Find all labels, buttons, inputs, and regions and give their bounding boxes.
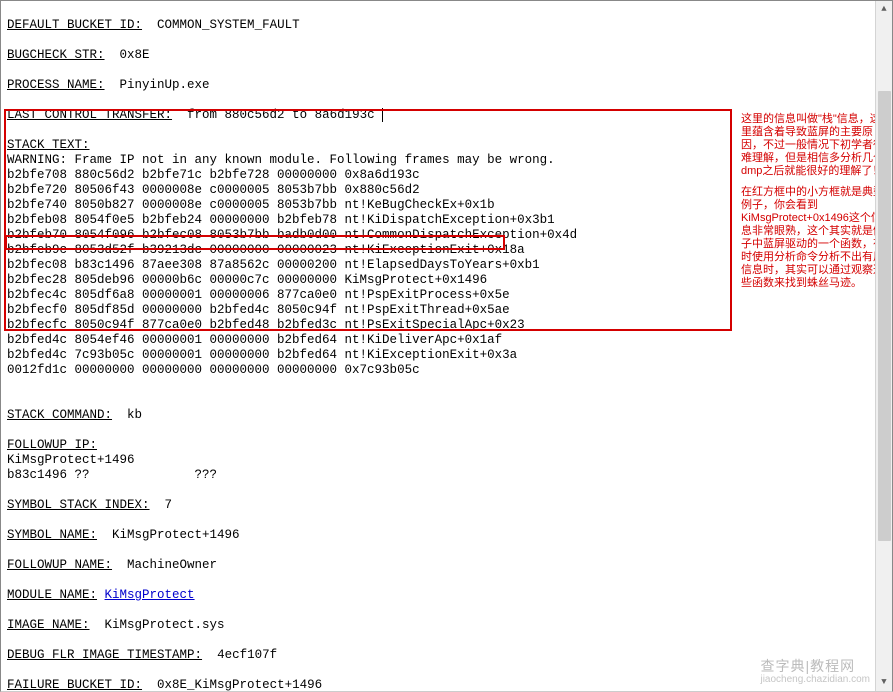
scroll-down-arrow-icon[interactable]: ▼ <box>876 674 892 691</box>
followup-ip-symbol: KiMsgProtect+1496 <box>7 453 135 467</box>
text-cursor <box>375 108 384 122</box>
val-debug-timestamp: 4ecf107f <box>217 648 277 662</box>
stack-line: b2bfe708 880c56d2 b2bfe71c b2bfe728 0000… <box>7 168 420 182</box>
field-module-name: MODULE_NAME: <box>7 588 97 602</box>
field-image-name: IMAGE_NAME: <box>7 618 90 632</box>
val-process-name: PinyinUp.exe <box>120 78 210 92</box>
stack-line: b2bfeb08 8054f0e5 b2bfeb24 00000000 b2bf… <box>7 213 555 227</box>
val-stack-command: kb <box>127 408 142 422</box>
module-name-link[interactable]: KiMsgProtect <box>105 588 195 602</box>
field-failure-bucket-id: FAILURE_BUCKET_ID: <box>7 678 142 692</box>
stack-line: b2bfecfc 8050c94f 877ca0e0 b2bfed48 b2bf… <box>7 318 525 332</box>
field-process-name: PROCESS_NAME: <box>7 78 105 92</box>
stack-line: b2bfed4c 7c93b05c 00000001 00000000 b2bf… <box>7 348 517 362</box>
val-default-bucket-id: COMMON_SYSTEM_FAULT <box>157 18 300 32</box>
stack-line: b2bfeb9c 8053d52f b39213dc 00000000 0000… <box>7 243 525 257</box>
field-default-bucket-id: DEFAULT_BUCKET_ID: <box>7 18 142 32</box>
val-last-control-transfer: from 880c56d2 to 8a6d193c <box>187 108 375 122</box>
val-failure-bucket-id: 0x8E_KiMsgProtect+1496 <box>157 678 322 692</box>
stack-line: b2bfec4c 805df6a8 00000001 00000006 877c… <box>7 288 510 302</box>
annotation-para-1: 这里的信息叫做"栈"信息，这里蕴含着导致蓝屏的主要原因，不过一般情况下初学者很难… <box>741 113 889 178</box>
field-followup-ip: FOLLOWUP_IP: <box>7 438 97 452</box>
val-followup-name: MachineOwner <box>127 558 217 572</box>
stack-line: b2bfe740 8050b827 0000008e c0000005 8053… <box>7 198 495 212</box>
field-symbol-stack-index: SYMBOL_STACK_INDEX: <box>7 498 150 512</box>
scroll-up-arrow-icon[interactable]: ▲ <box>876 1 892 18</box>
val-symbol-stack-index: 7 <box>165 498 173 512</box>
stack-line: b2bfecf0 805df85d 00000000 b2bfed4c 8050… <box>7 303 510 317</box>
followup-ip-bytes: b83c1496 ?? ??? <box>7 468 217 482</box>
scroll-thumb[interactable] <box>878 91 891 541</box>
vertical-scrollbar[interactable]: ▲ ▼ <box>875 1 892 691</box>
debug-text-content[interactable]: DEFAULT_BUCKET_ID: COMMON_SYSTEM_FAULT B… <box>7 3 872 692</box>
stack-line: 0012fd1c 00000000 00000000 00000000 0000… <box>7 363 420 377</box>
stack-line: b2bfec08 b83c1496 87aee308 87a8562c 0000… <box>7 258 540 272</box>
annotation-text: 这里的信息叫做"栈"信息，这里蕴含着导致蓝屏的主要原因，不过一般情况下初学者很难… <box>741 113 889 290</box>
stack-line: b2bfed4c 8054ef46 00000001 00000000 b2bf… <box>7 333 502 347</box>
field-bugcheck-str: BUGCHECK_STR: <box>7 48 105 62</box>
field-stack-command: STACK_COMMAND: <box>7 408 112 422</box>
field-symbol-name: SYMBOL_NAME: <box>7 528 97 542</box>
stack-line-highlight: b2bfec28 805deb96 00000b6c 00000c7c 0000… <box>7 273 487 287</box>
stack-warning: WARNING: Frame IP not in any known modul… <box>7 153 555 167</box>
field-last-control-transfer: LAST_CONTROL_TRANSFER: <box>7 108 172 122</box>
val-symbol-name: KiMsgProtect+1496 <box>112 528 240 542</box>
val-image-name: KiMsgProtect.sys <box>105 618 225 632</box>
debugger-output-window: DEFAULT_BUCKET_ID: COMMON_SYSTEM_FAULT B… <box>0 0 893 692</box>
stack-line: b2bfe720 80506f43 0000008e c0000005 8053… <box>7 183 420 197</box>
field-followup-name: FOLLOWUP_NAME: <box>7 558 112 572</box>
field-stack-text: STACK_TEXT: <box>7 138 90 152</box>
annotation-para-2: 在红方框中的小方框就是典型例子，你会看到KiMsgProtect+0x1496这… <box>741 186 889 290</box>
stack-line: b2bfeb70 8054f096 b2bfec08 8053b7bb badb… <box>7 228 577 242</box>
val-bugcheck-str: 0x8E <box>120 48 150 62</box>
field-debug-timestamp: DEBUG_FLR_IMAGE_TIMESTAMP: <box>7 648 202 662</box>
